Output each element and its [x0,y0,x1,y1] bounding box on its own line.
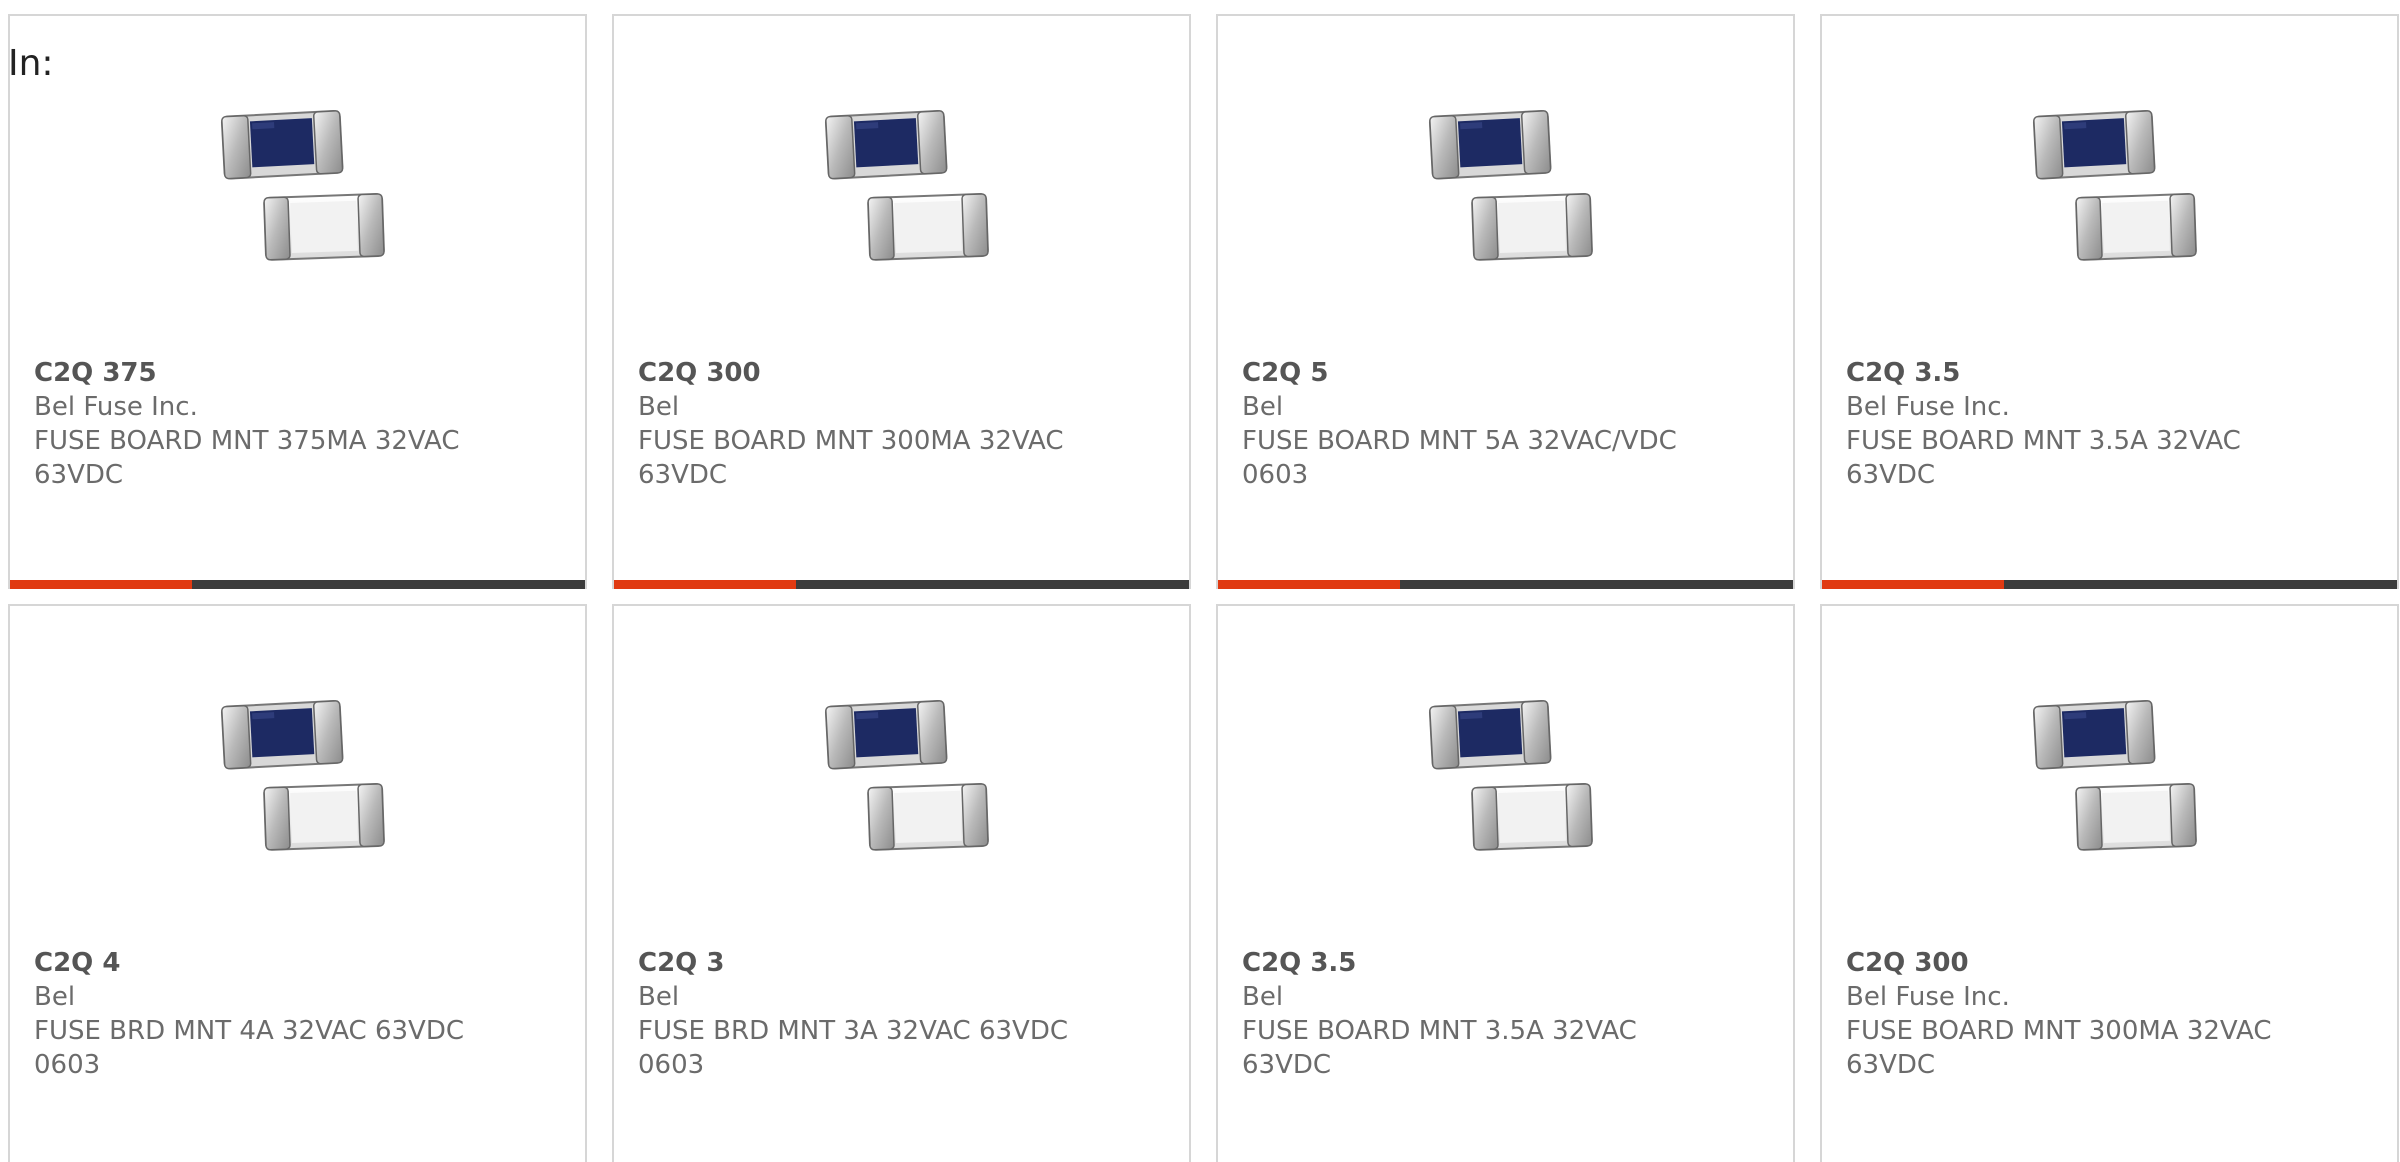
filter-label: In: [8,43,54,84]
manufacturer: Bel Fuse Inc. [1846,392,2010,422]
smd-fuse-image [1428,699,1594,851]
part-number[interactable]: C2Q 3 [638,946,1108,980]
product-info: C2Q 3.5 Bel FUSE BOARD MNT 3.5A 32VAC 63… [1242,946,1712,1082]
part-number[interactable]: C2Q 5 [1242,356,1712,390]
part-number[interactable]: C2Q 4 [34,946,504,980]
product-description: FUSE BOARD MNT 300MA 32VAC 63VDC [638,426,1064,490]
part-number[interactable]: C2Q 300 [1846,946,2316,980]
smd-fuse-image [824,109,990,261]
product-info: C2Q 300 Bel FUSE BOARD MNT 300MA 32VAC 6… [638,356,1108,492]
accent-segment [10,580,192,589]
accent-segment [614,580,796,589]
card-accent-bar [1822,580,2397,589]
product-card[interactable]: C2Q 4 Bel FUSE BRD MNT 4A 32VAC 63VDC 06… [8,604,587,1162]
product-description: FUSE BOARD MNT 375MA 32VAC 63VDC [34,426,460,490]
manufacturer: Bel Fuse Inc. [1846,982,2010,1012]
product-card[interactable]: C2Q 375 Bel Fuse Inc. FUSE BOARD MNT 375… [8,14,587,589]
manufacturer: Bel [638,982,680,1012]
smd-fuse-image [2032,109,2198,261]
product-description: FUSE BRD MNT 3A 32VAC 63VDC 0603 [638,1016,1068,1080]
product-info: C2Q 300 Bel Fuse Inc. FUSE BOARD MNT 300… [1846,946,2316,1082]
manufacturer: Bel [34,982,76,1012]
card-accent-bar [1218,580,1793,589]
product-card[interactable]: C2Q 3.5 Bel FUSE BOARD MNT 3.5A 32VAC 63… [1216,604,1795,1162]
card-accent-bar [614,580,1189,589]
accent-segment [1218,580,1400,589]
accent-segment [1822,580,2004,589]
product-card[interactable]: C2Q 3 Bel FUSE BRD MNT 3A 32VAC 63VDC 06… [612,604,1191,1162]
manufacturer: Bel [1242,392,1284,422]
part-number[interactable]: C2Q 375 [34,356,504,390]
product-card[interactable]: C2Q 300 Bel Fuse Inc. FUSE BOARD MNT 300… [1820,604,2399,1162]
product-info: C2Q 3.5 Bel Fuse Inc. FUSE BOARD MNT 3.5… [1846,356,2316,492]
smd-fuse-image [220,699,386,851]
product-description: FUSE BOARD MNT 3.5A 32VAC 63VDC [1242,1016,1637,1080]
manufacturer: Bel Fuse Inc. [34,392,198,422]
part-number[interactable]: C2Q 3.5 [1846,356,2316,390]
product-info: C2Q 375 Bel Fuse Inc. FUSE BOARD MNT 375… [34,356,504,492]
product-description: FUSE BOARD MNT 300MA 32VAC 63VDC [1846,1016,2272,1080]
smd-fuse-image [824,699,990,851]
product-description: FUSE BOARD MNT 5A 32VAC/VDC 0603 [1242,426,1677,490]
manufacturer: Bel [638,392,680,422]
product-grid: C2Q 375 Bel Fuse Inc. FUSE BOARD MNT 375… [8,14,2399,1162]
product-info: C2Q 5 Bel FUSE BOARD MNT 5A 32VAC/VDC 06… [1242,356,1712,492]
manufacturer: Bel [1242,982,1284,1012]
product-description: FUSE BOARD MNT 3.5A 32VAC 63VDC [1846,426,2241,490]
product-description: FUSE BRD MNT 4A 32VAC 63VDC 0603 [34,1016,464,1080]
smd-fuse-image [2032,699,2198,851]
smd-fuse-image [220,109,386,261]
product-card[interactable]: C2Q 300 Bel FUSE BOARD MNT 300MA 32VAC 6… [612,14,1191,589]
part-number[interactable]: C2Q 3.5 [1242,946,1712,980]
product-info: C2Q 4 Bel FUSE BRD MNT 4A 32VAC 63VDC 06… [34,946,504,1082]
product-grid-page: In: C2Q 375 Bel Fuse Inc. FUSE BOARD MNT… [0,0,2400,1162]
smd-fuse-image [1428,109,1594,261]
product-card[interactable]: C2Q 3.5 Bel Fuse Inc. FUSE BOARD MNT 3.5… [1820,14,2399,589]
product-info: C2Q 3 Bel FUSE BRD MNT 3A 32VAC 63VDC 06… [638,946,1108,1082]
card-accent-bar [10,580,585,589]
part-number[interactable]: C2Q 300 [638,356,1108,390]
product-card[interactable]: C2Q 5 Bel FUSE BOARD MNT 5A 32VAC/VDC 06… [1216,14,1795,589]
